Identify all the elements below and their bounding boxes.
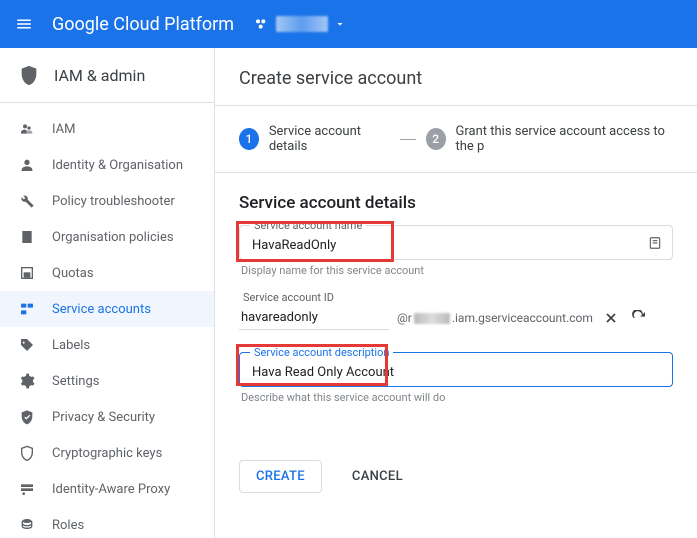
- platform-title: Google Cloud Platform: [52, 14, 234, 35]
- create-button[interactable]: CREATE: [239, 460, 322, 493]
- form-section: Service account details Service account …: [215, 173, 697, 438]
- sidebar-item-label: Identity & Organisation: [52, 158, 183, 173]
- desc-field-wrap: Service account description: [239, 352, 673, 387]
- id-field-label: Service account ID: [239, 291, 673, 306]
- shield-check-icon: [18, 408, 36, 426]
- dropdown-icon: [334, 18, 346, 30]
- sidebar-item-label: Roles: [52, 518, 84, 533]
- hamburger-icon: [15, 15, 33, 33]
- desc-field[interactable]: Service account description: [239, 352, 673, 387]
- form-actions: CREATE CANCEL: [215, 438, 697, 515]
- wrench-icon: [18, 192, 36, 210]
- section-title: Service account details: [239, 193, 673, 213]
- sidebar-item-identity[interactable]: Identity & Organisation: [0, 147, 214, 183]
- stepper: 1 Service account details 2 Grant this s…: [215, 106, 697, 173]
- tag-icon: [18, 336, 36, 354]
- cancel-button[interactable]: CANCEL: [336, 461, 419, 492]
- sidebar-item-labels[interactable]: Labels: [0, 327, 214, 363]
- top-bar: Google Cloud Platform: [0, 0, 697, 48]
- refresh-icon: [631, 310, 647, 326]
- sidebar-item-label: Policy troubleshooter: [52, 194, 175, 209]
- clear-id-button[interactable]: [601, 308, 621, 328]
- document-icon: [18, 228, 36, 246]
- id-suffix: @r .iam.gserviceaccount.com: [397, 311, 593, 325]
- step-1-label: Service account details: [269, 124, 390, 154]
- sidebar-item-crypto-keys[interactable]: Cryptographic keys: [0, 435, 214, 471]
- person-icon: [18, 156, 36, 174]
- project-selector[interactable]: [254, 16, 346, 32]
- content: Create service account 1 Service account…: [215, 48, 697, 538]
- id-suffix-redacted: [414, 313, 450, 324]
- roles-icon: [18, 516, 36, 534]
- form-icon: [648, 236, 662, 250]
- step-2-label: Grant this service account access to the…: [456, 124, 673, 154]
- name-field-wrap: Service account name: [239, 225, 673, 260]
- sidebar-item-settings[interactable]: Settings: [0, 363, 214, 399]
- sidebar-item-iam[interactable]: IAM: [0, 111, 214, 147]
- people-icon: [18, 120, 36, 138]
- id-suffix-prefix: @r: [397, 311, 412, 325]
- sidebar-item-label: IAM: [52, 122, 75, 137]
- key-shield-icon: [18, 444, 36, 462]
- name-input[interactable]: [252, 238, 660, 253]
- quota-icon: [18, 264, 36, 282]
- sidebar-items: IAM Identity & Organisation Policy troub…: [0, 103, 214, 538]
- hamburger-menu-button[interactable]: [12, 12, 36, 36]
- desc-field-label: Service account description: [250, 346, 393, 359]
- sidebar-item-label: Privacy & Security: [52, 410, 155, 425]
- project-name-redacted: [276, 16, 328, 32]
- sidebar: IAM & admin IAM Identity & Organisation …: [0, 48, 215, 538]
- sidebar-item-label: Quotas: [52, 266, 94, 281]
- step-connector: [400, 139, 416, 140]
- sidebar-item-quotas[interactable]: Quotas: [0, 255, 214, 291]
- sidebar-item-roles[interactable]: Roles: [0, 507, 214, 538]
- sidebar-item-label: Cryptographic keys: [52, 446, 162, 461]
- main-layout: IAM & admin IAM Identity & Organisation …: [0, 48, 697, 538]
- gear-icon: [18, 372, 36, 390]
- proxy-icon: [18, 480, 36, 498]
- sidebar-item-service-accounts[interactable]: Service accounts: [0, 291, 214, 327]
- sidebar-header: IAM & admin: [0, 48, 214, 103]
- shield-icon: [18, 64, 40, 86]
- project-icon: [254, 16, 270, 32]
- id-suffix-rest: .iam.gserviceaccount.com: [452, 311, 593, 325]
- page-title: Create service account: [215, 48, 697, 106]
- sidebar-title: IAM & admin: [54, 66, 145, 85]
- sidebar-item-privacy-security[interactable]: Privacy & Security: [0, 399, 214, 435]
- close-icon: [603, 310, 619, 326]
- refresh-id-button[interactable]: [629, 308, 649, 328]
- step-2-indicator: 2: [426, 128, 446, 150]
- desc-help: Describe what this service account will …: [241, 391, 671, 404]
- id-field: @r .iam.gserviceaccount.com: [239, 306, 673, 330]
- id-field-wrap: Service account ID @r .iam.gserviceaccoun…: [239, 291, 673, 330]
- name-help: Display name for this service account: [241, 264, 671, 277]
- sidebar-item-label: Identity-Aware Proxy: [52, 482, 170, 497]
- sidebar-item-label: Labels: [52, 338, 90, 353]
- step-1-indicator: 1: [239, 128, 259, 150]
- sidebar-item-policy-troubleshooter[interactable]: Policy troubleshooter: [0, 183, 214, 219]
- service-account-icon: [18, 300, 36, 318]
- sidebar-item-org-policies[interactable]: Organisation policies: [0, 219, 214, 255]
- desc-input[interactable]: [252, 365, 660, 380]
- id-input[interactable]: [239, 306, 389, 330]
- sidebar-item-label: Organisation policies: [52, 230, 174, 245]
- name-field-label: Service account name: [250, 219, 366, 232]
- name-field[interactable]: Service account name: [239, 225, 673, 260]
- sidebar-item-label: Service accounts: [52, 302, 151, 317]
- sidebar-item-iap[interactable]: Identity-Aware Proxy: [0, 471, 214, 507]
- sidebar-item-label: Settings: [52, 374, 99, 389]
